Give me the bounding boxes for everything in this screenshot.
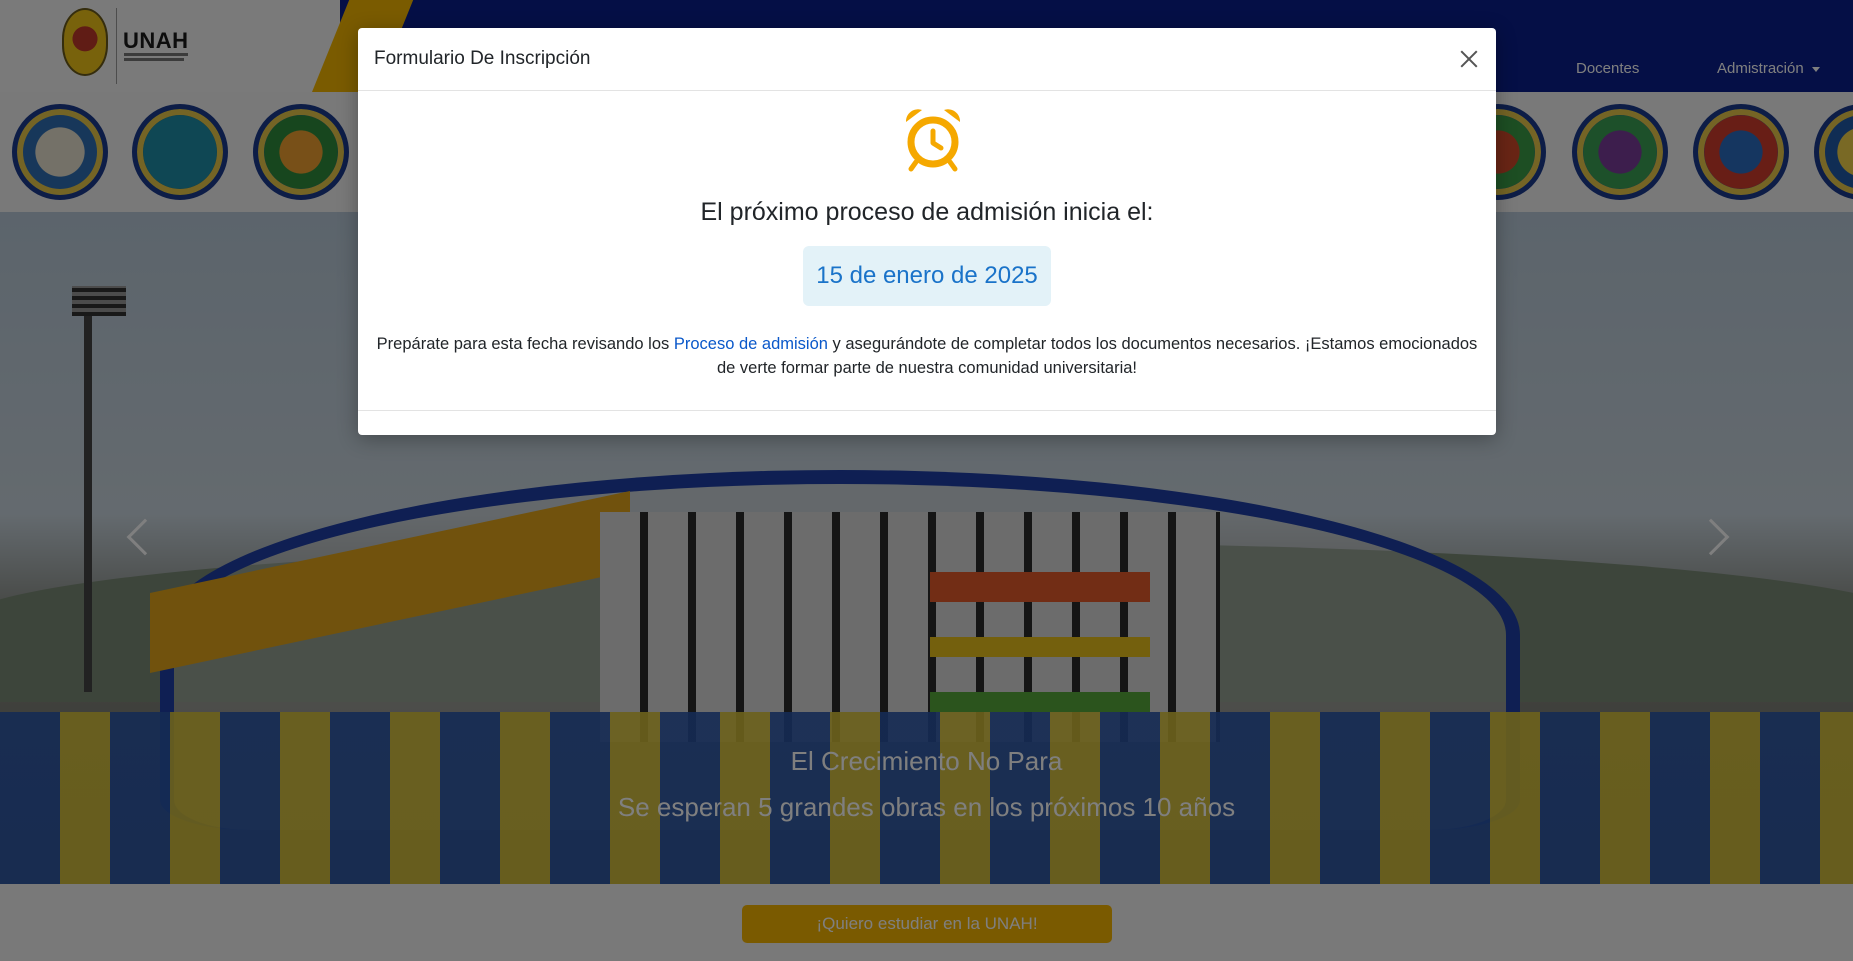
alarm-clock-icon [905, 109, 961, 172]
modal-header: Formulario De Inscripción [358, 28, 1496, 91]
admission-heading: El próximo proceso de admisión inicia el… [700, 198, 1154, 226]
modal-footer-divider [358, 410, 1496, 411]
body-text-after: y asegurándote de completar todos los do… [716, 335, 1478, 377]
admission-date-badge: 15 de enero de 2025 [803, 246, 1051, 306]
modal-body-text: Prepárate para esta fecha revisando los … [370, 332, 1484, 380]
registration-modal: Formulario De Inscripción El próximo pro… [358, 28, 1496, 435]
body-text-before: Prepárate para esta fecha revisando los [376, 335, 674, 353]
admission-process-link[interactable]: Proceso de admisión [674, 335, 828, 353]
close-icon[interactable] [1456, 46, 1482, 72]
modal-title: Formulario De Inscripción [374, 48, 591, 69]
